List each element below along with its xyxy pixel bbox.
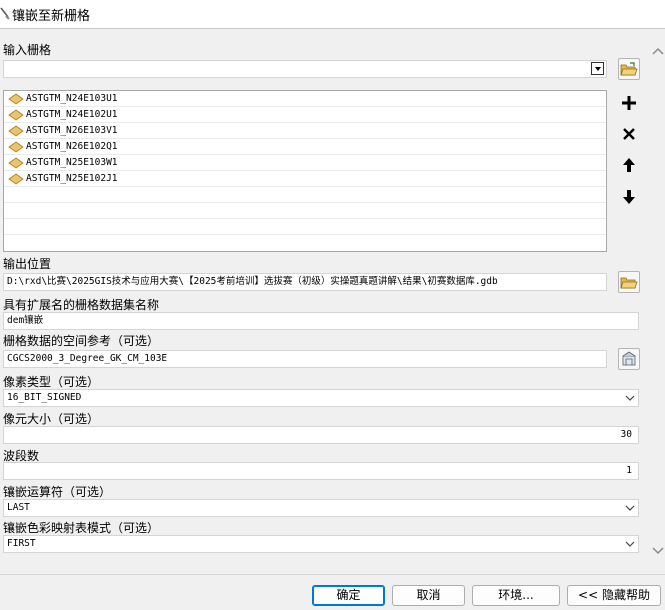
cellsize-field[interactable]: 30 — [3, 426, 639, 444]
environments-button[interactable]: 环境... — [472, 585, 560, 606]
list-item[interactable]: ASTGTM_N26E102Q1 — [4, 139, 606, 155]
empty-row — [4, 187, 606, 203]
list-item[interactable]: ASTGTM_N26E103V1 — [4, 123, 606, 139]
list-item[interactable]: ASTGTM_N24E103U1 — [4, 91, 606, 107]
colormap-mode-label: 镶嵌色彩映射表模式（可选） — [3, 521, 160, 535]
list-item-label: ASTGTM_N25E102J1 — [26, 173, 118, 184]
colormap-mode-value: FIRST — [7, 538, 36, 549]
list-item-label: ASTGTM_N24E103U1 — [26, 93, 118, 104]
chevron-down-icon — [625, 541, 635, 547]
window-title: 镶嵌至新栅格 — [12, 9, 91, 24]
cellsize-label: 像元大小（可选） — [3, 412, 100, 426]
spatial-reference-button[interactable] — [618, 348, 640, 370]
list-item-label: ASTGTM_N24E102U1 — [26, 109, 118, 120]
mosaic-tool-icon — [0, 7, 10, 20]
dropdown-arrow-icon[interactable] — [591, 62, 604, 75]
list-item[interactable]: ASTGTM_N24E102U1 — [4, 107, 606, 123]
raster-icon — [8, 125, 24, 136]
spatial-reference-label: 栅格数据的空间参考（可选） — [3, 334, 160, 348]
remove-item-button[interactable] — [618, 123, 640, 145]
scroll-down-icon[interactable] — [652, 546, 664, 556]
output-location-label: 输出位置 — [3, 257, 52, 271]
input-rasters-list[interactable]: ASTGTM_N24E103U1 ASTGTM_N24E102U1 ASTGTM… — [3, 90, 607, 252]
cancel-button[interactable]: 取消 — [392, 585, 465, 606]
list-item-label: ASTGTM_N26E102Q1 — [26, 141, 118, 152]
pixel-type-value: 16_BIT_SIGNED — [7, 392, 82, 403]
spatial-reference-field[interactable]: CGCS2000_3_Degree_GK_CM_103E — [3, 350, 607, 368]
list-item-label: ASTGTM_N26E103V1 — [26, 125, 118, 136]
move-up-button[interactable] — [618, 154, 640, 176]
raster-icon — [8, 157, 24, 168]
raster-icon — [8, 141, 24, 152]
arrow-down-icon — [623, 190, 635, 204]
pixel-type-select[interactable]: 16_BIT_SIGNED — [3, 389, 639, 407]
empty-row — [4, 203, 606, 219]
divider — [0, 574, 665, 575]
input-rasters-label: 输入栅格 — [3, 43, 52, 57]
pixel-type-label: 像素类型（可选） — [3, 375, 100, 389]
browse-input-button[interactable] — [618, 58, 640, 80]
plus-icon — [622, 96, 636, 110]
colormap-mode-select[interactable]: FIRST — [3, 535, 639, 553]
raster-icon — [8, 173, 24, 184]
ok-button[interactable]: 确定 — [312, 585, 385, 606]
raster-icon — [8, 109, 24, 120]
browse-output-button[interactable] — [618, 271, 640, 293]
mosaic-operator-value: LAST — [7, 502, 30, 513]
mosaic-operator-label: 镶嵌运算符（可选） — [3, 485, 112, 499]
list-item-label: ASTGTM_N25E103W1 — [26, 157, 118, 168]
scroll-up-icon[interactable] — [652, 46, 664, 56]
chevron-down-icon — [625, 395, 635, 401]
mosaic-operator-select[interactable]: LAST — [3, 499, 639, 517]
title-bar: 镶嵌至新栅格 — [0, 0, 665, 29]
add-item-button[interactable] — [618, 92, 640, 114]
dataset-name-field[interactable]: dem镶嵌 — [3, 312, 639, 330]
list-item[interactable]: ASTGTM_N25E102J1 — [4, 171, 606, 187]
raster-icon — [8, 93, 24, 104]
open-folder-icon — [620, 61, 638, 75]
close-icon — [623, 128, 635, 140]
move-down-button[interactable] — [618, 186, 640, 208]
dataset-name-label: 具有扩展名的栅格数据集名称 — [3, 298, 160, 312]
hide-help-button[interactable]: << 隐藏帮助 — [567, 585, 661, 606]
list-item[interactable]: ASTGTM_N25E103W1 — [4, 155, 606, 171]
open-folder-icon — [620, 277, 638, 288]
chevron-down-icon — [625, 505, 635, 511]
output-location-field[interactable]: D:\rxd\比赛\2025GIS技术与应用大赛\【2025考前培训】选拔赛（初… — [3, 273, 607, 291]
arrow-up-icon — [623, 158, 635, 172]
bands-field[interactable]: 1 — [3, 462, 639, 480]
input-rasters-combo[interactable] — [3, 60, 607, 78]
spatial-reference-icon — [622, 351, 636, 366]
empty-row — [4, 219, 606, 235]
